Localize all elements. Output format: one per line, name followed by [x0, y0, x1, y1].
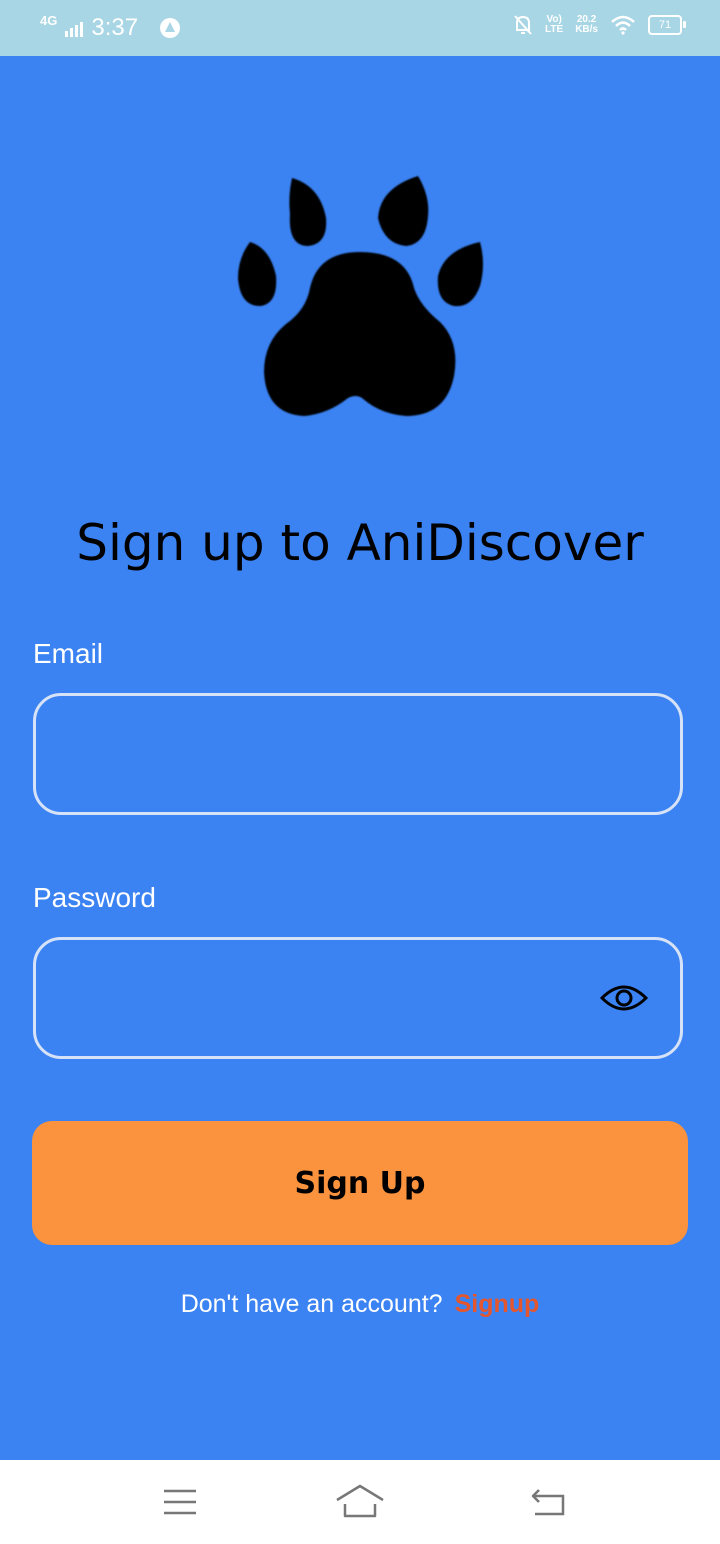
password-label: Password [33, 882, 156, 913]
back-icon[interactable] [525, 1482, 575, 1522]
email-field[interactable] [33, 693, 683, 815]
status-bar: 4G 3:37 Vo) LTE 20.2 KB/s 71 [0, 0, 720, 56]
status-left: 4G 3:37 [40, 12, 181, 42]
navigation-bar [0, 1460, 720, 1544]
status-time: 3:37 [91, 14, 139, 41]
account-prompt-text: Don't have an account? [180, 1290, 443, 1318]
paw-logo-icon [238, 176, 483, 416]
network-type: 4G [40, 12, 58, 28]
menu-icon[interactable] [155, 1482, 205, 1522]
home-icon[interactable] [335, 1482, 385, 1522]
app-notification-icon [160, 18, 181, 38]
signup-link[interactable]: Signup [455, 1290, 540, 1318]
signal-icon [65, 19, 84, 37]
signup-prompt: Don't have an account? Signup [0, 1290, 720, 1319]
password-field[interactable] [33, 937, 683, 1059]
wifi-icon [611, 15, 635, 35]
volte-indicator: Vo) LTE [545, 14, 564, 35]
battery-level: 71 [658, 19, 672, 31]
email-input[interactable] [36, 696, 680, 812]
password-input[interactable] [36, 940, 680, 1056]
network-speed: 20.2 KB/s [575, 14, 598, 35]
signup-screen: Sign up to AniDiscover Email Password Si… [0, 56, 720, 1460]
battery-icon: 71 [648, 15, 686, 35]
mute-bell-icon [514, 15, 532, 35]
sign-up-button[interactable]: Sign Up [32, 1121, 688, 1245]
page-title: Sign up to AniDiscover [76, 514, 644, 572]
email-label: Email [33, 638, 104, 669]
eye-icon[interactable] [600, 982, 648, 1014]
status-right: Vo) LTE 20.2 KB/s 71 [513, 14, 686, 36]
